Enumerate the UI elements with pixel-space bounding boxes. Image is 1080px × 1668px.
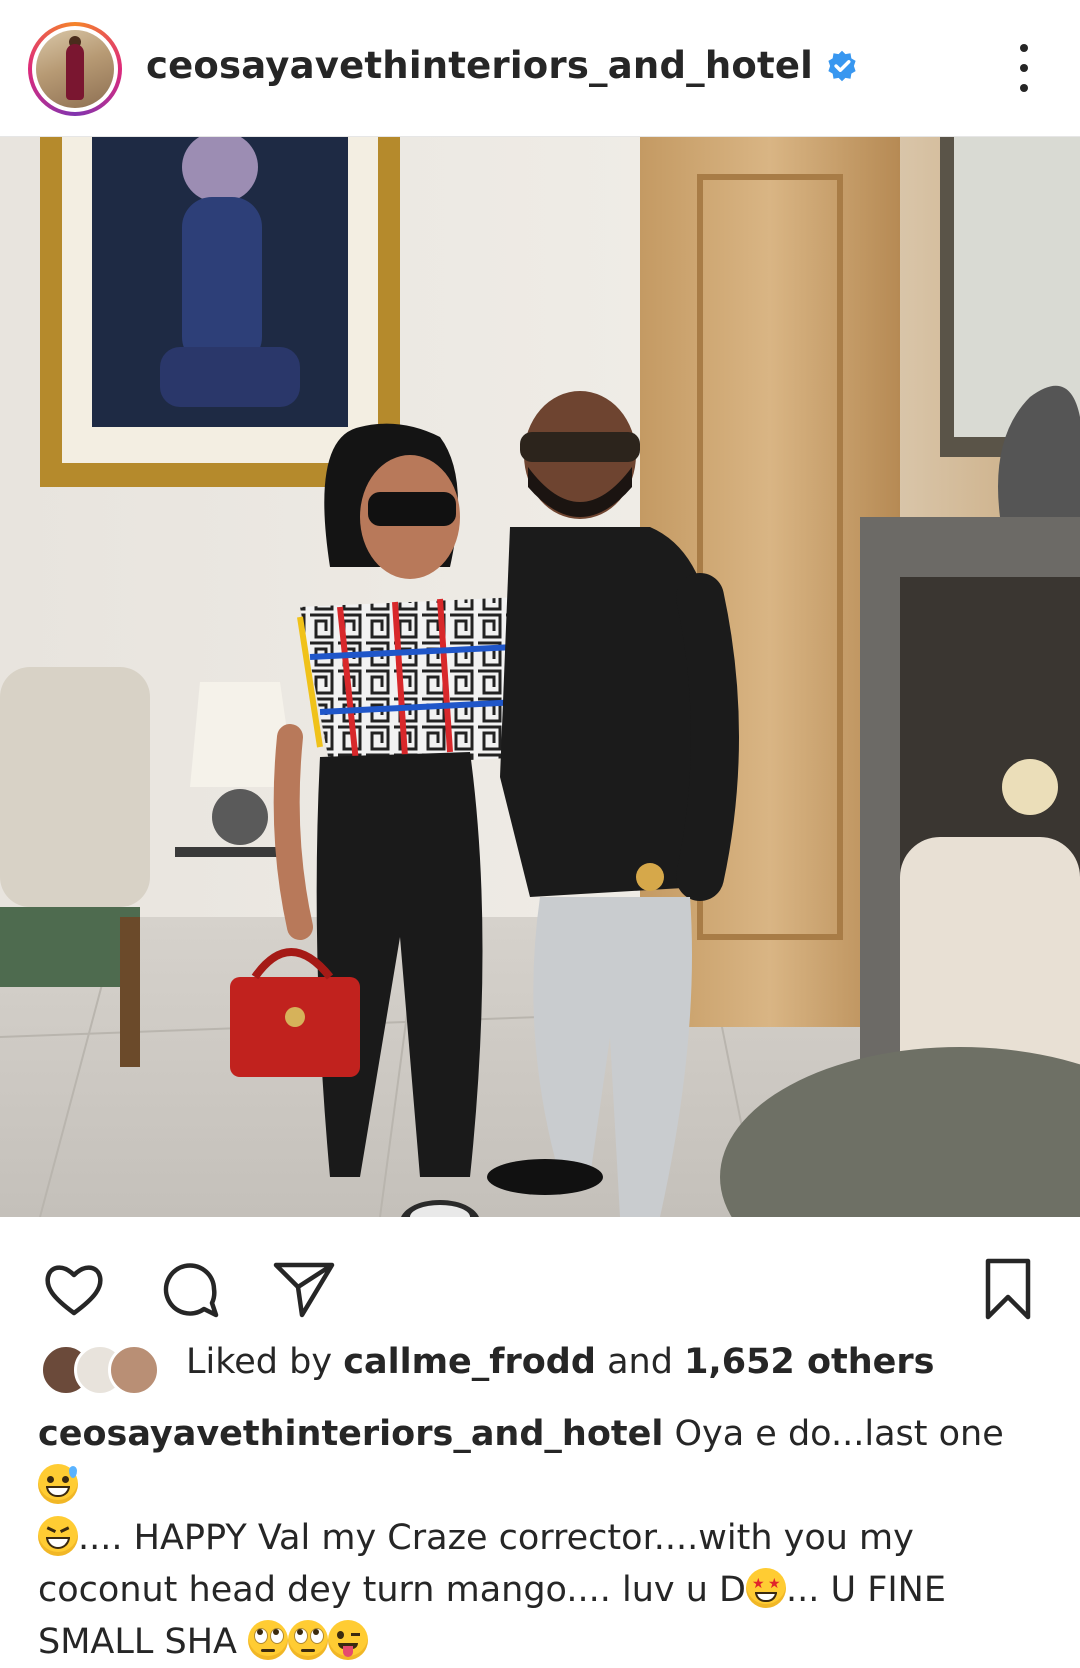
eye-roll-emoji-icon (288, 1620, 329, 1660)
likes-count[interactable]: 1,652 others (684, 1342, 934, 1382)
likes-prefix: Liked by (186, 1342, 333, 1382)
laughing-emoji-icon (38, 1516, 78, 1556)
sweat-smile-emoji-icon (38, 1464, 78, 1504)
heart-icon[interactable] (42, 1257, 106, 1321)
likes-summary: Liked by callme_frodd and 1,652 others (186, 1342, 934, 1382)
verified-badge-icon (828, 50, 856, 81)
comment-bubble-icon[interactable] (158, 1257, 222, 1321)
vertical-dots-icon[interactable] (1018, 44, 1030, 92)
post-username[interactable]: ceosayavethinteriors_and_hotel (146, 44, 859, 87)
bookmark-icon[interactable] (976, 1257, 1040, 1321)
liked-by-row[interactable]: Liked by callme_frodd and 1,652 others (0, 1336, 1080, 1396)
post-photo[interactable] (0, 137, 1080, 1217)
username-text[interactable]: ceosayavethinteriors_and_hotel (146, 44, 813, 87)
post-caption: ceosayavethinteriors_and_hotel Oya e do.… (38, 1408, 1048, 1668)
caption-author[interactable]: ceosayavethinteriors_and_hotel (38, 1414, 663, 1454)
post-header: ceosayavethinteriors_and_hotel (0, 0, 1080, 137)
caption-text-1: Oya e do...last one (663, 1414, 1004, 1454)
star-struck-emoji-icon: ★ ★ (745, 1568, 786, 1608)
post-actions (0, 1217, 1080, 1339)
tongue-wink-emoji-icon (328, 1620, 369, 1660)
post-image (0, 137, 1080, 1217)
liker-avatars (40, 1344, 170, 1396)
likes-connector: and (607, 1342, 673, 1382)
profile-avatar[interactable] (28, 22, 122, 116)
eye-roll-emoji-icon (248, 1620, 289, 1660)
paper-plane-icon[interactable] (272, 1257, 336, 1321)
liker-username[interactable]: callme_frodd (343, 1342, 596, 1382)
avatar (108, 1344, 160, 1396)
